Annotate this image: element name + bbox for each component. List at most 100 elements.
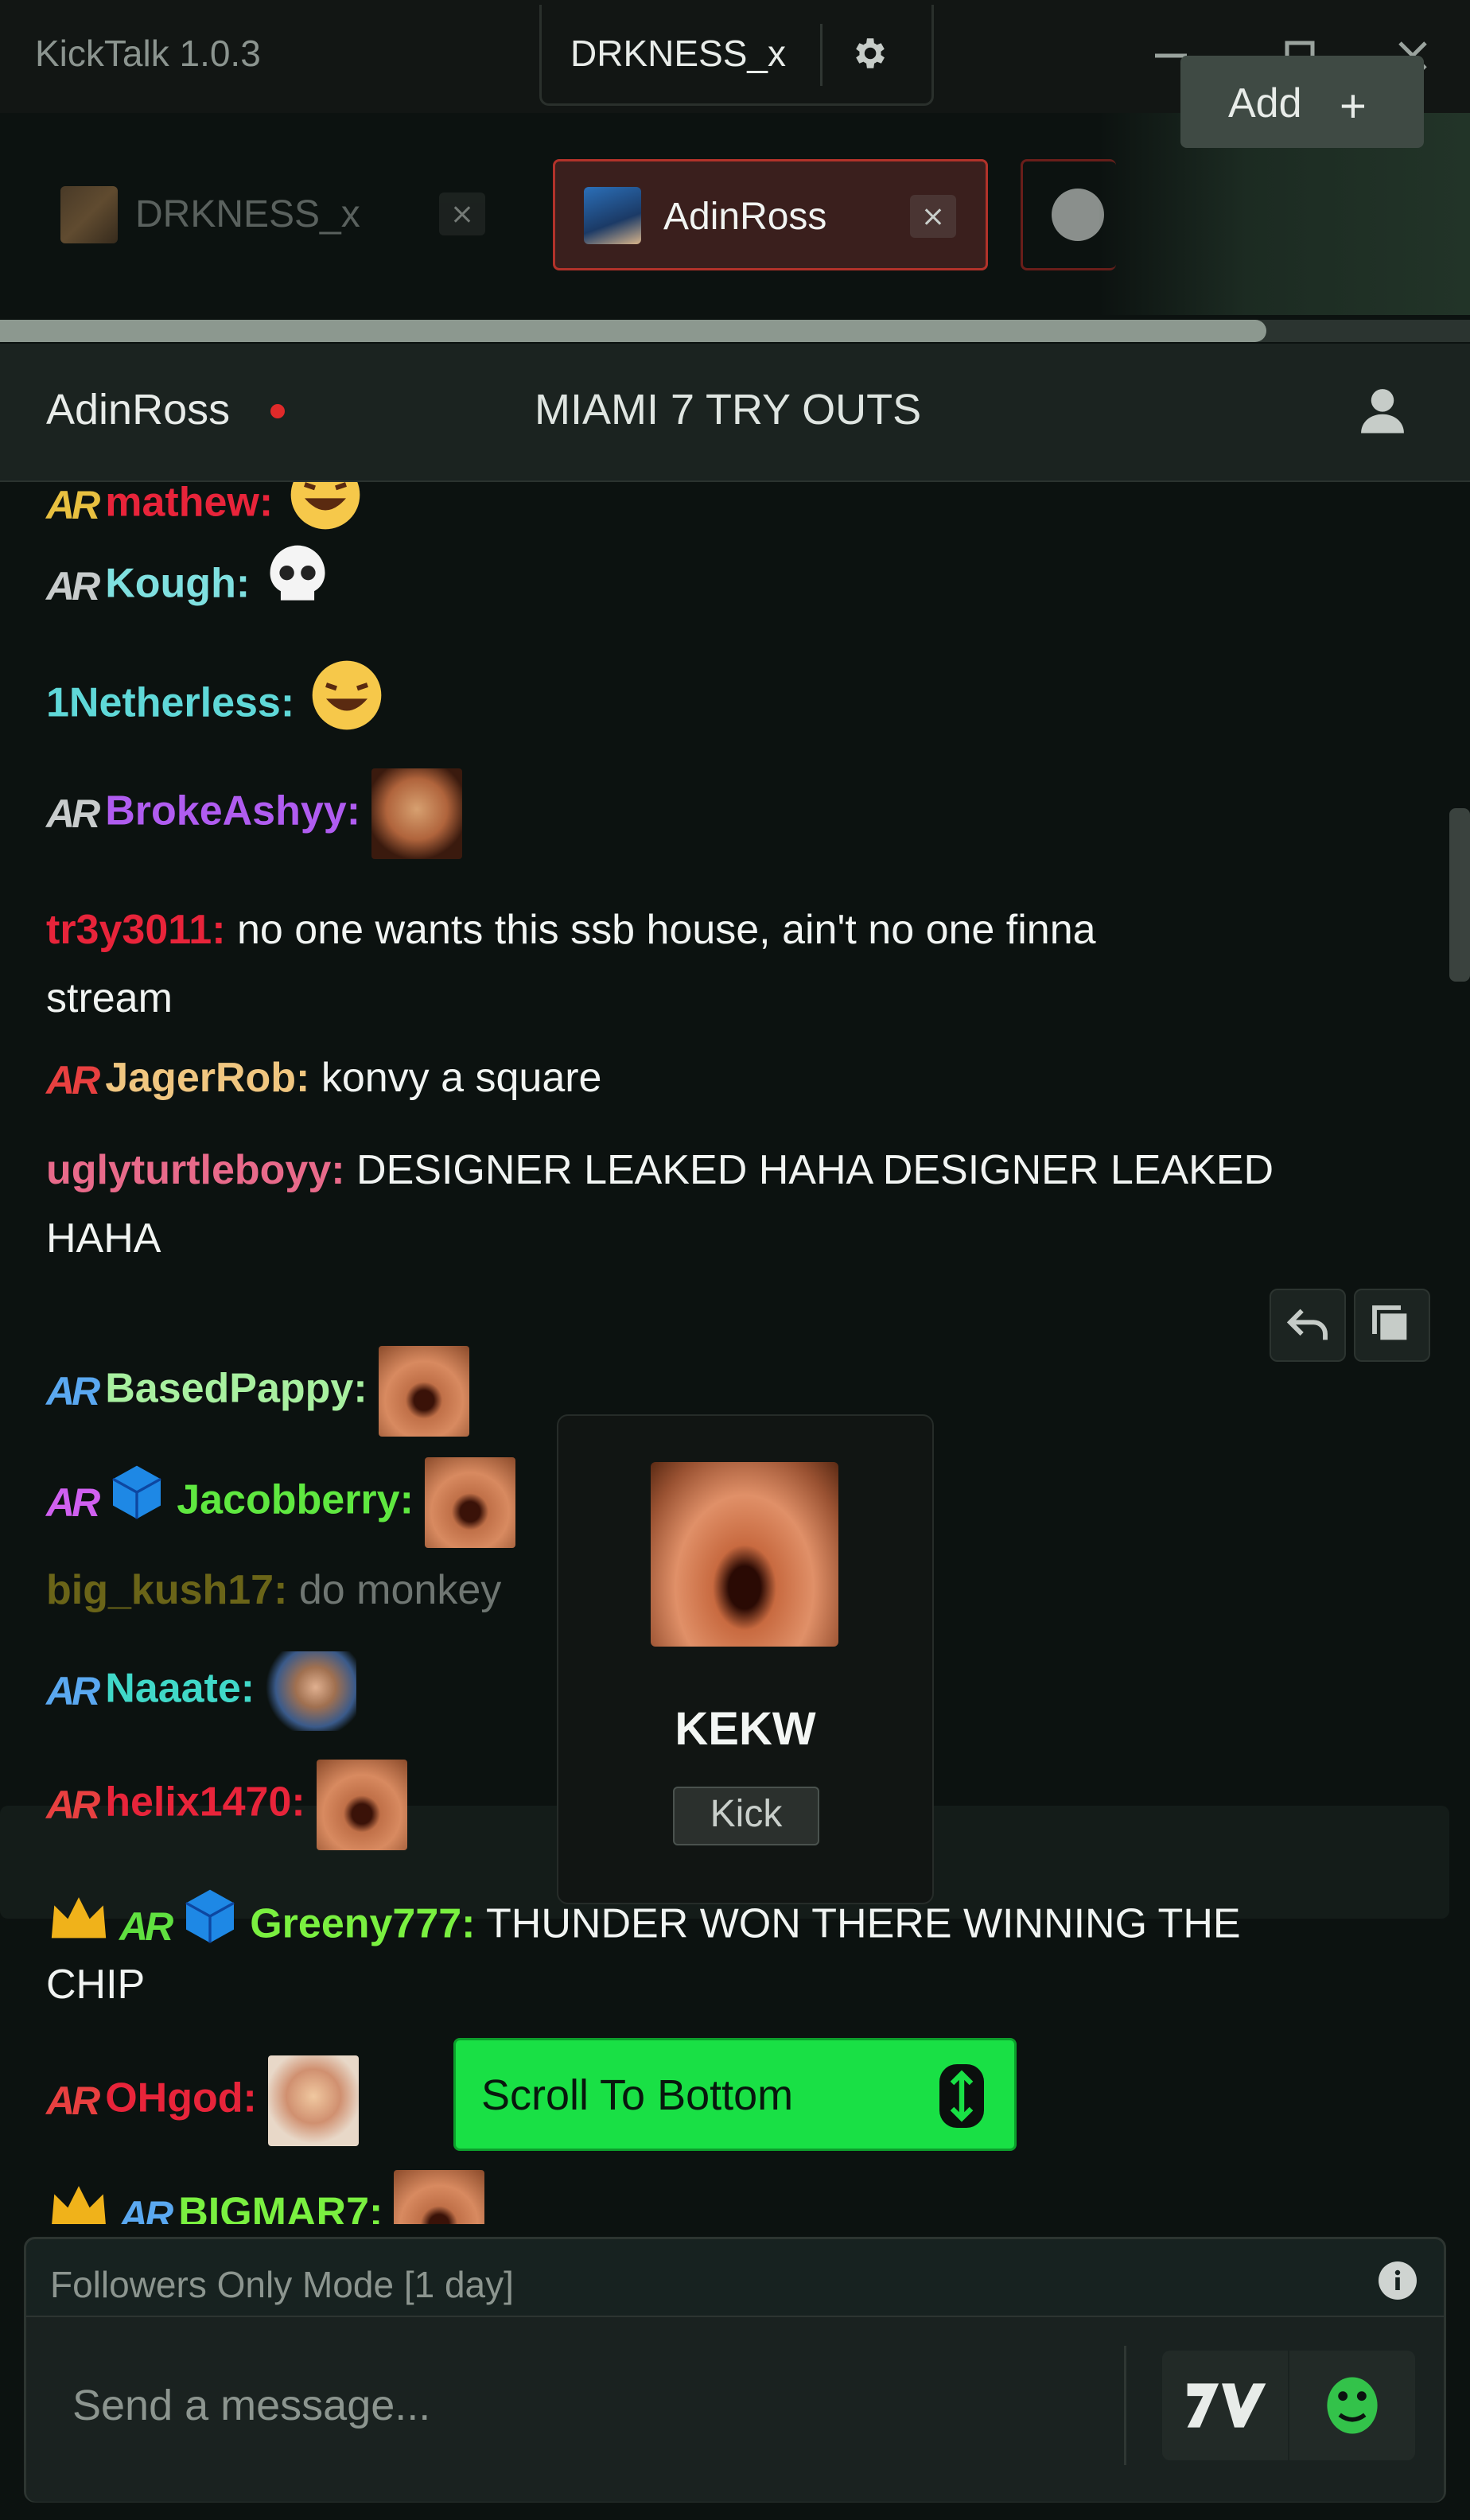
message-text: konvy a square <box>321 1055 602 1101</box>
emote-name: KEKW <box>675 1703 816 1755</box>
tab-drkness[interactable]: DRKNESS_x <box>32 159 509 270</box>
chat-message[interactable]: AR OHgod: <box>46 2055 359 2146</box>
username[interactable]: helix1470: <box>105 1779 305 1826</box>
chat-message[interactable]: tr3y3011: no one wants this ssb house, a… <box>46 896 1096 964</box>
face-emote <box>371 768 463 859</box>
gorilla-icon <box>1052 189 1104 241</box>
gear-icon[interactable] <box>849 33 889 73</box>
ar-badge: AR <box>46 791 100 836</box>
username[interactable]: Greeny777: <box>250 1901 475 1947</box>
man-emote <box>266 1651 357 1731</box>
chat-message[interactable]: big_kush17: do monkey <box>46 1556 501 1624</box>
chat-message[interactable]: AR Jacobberry: <box>46 1457 515 1548</box>
chat-scrollbar[interactable] <box>1449 808 1470 982</box>
message-input[interactable] <box>71 2373 1108 2438</box>
avatar <box>60 186 118 243</box>
close-icon[interactable] <box>910 195 956 238</box>
user-icon[interactable] <box>1352 380 1413 441</box>
laughing-man-emote <box>267 2055 359 2146</box>
live-indicator <box>270 404 285 418</box>
message-text: CHIP <box>46 1962 146 2008</box>
message-text: no one wants this ssb house, ain't no on… <box>236 907 1096 953</box>
crown-icon <box>46 2177 111 2224</box>
ar-badge: AR <box>46 1369 100 1414</box>
username[interactable]: tr3y3011: <box>46 907 226 953</box>
scroll-arrows-icon <box>939 2064 984 2128</box>
skull-emoji <box>261 539 334 633</box>
user-account-box[interactable]: DRKNESS_x <box>539 5 934 106</box>
chat-messages[interactable]: AR mathew: AR Kough: 1Netherless: AR BrokeA… <box>0 482 1470 2224</box>
7tv-icon <box>1187 2383 1266 2428</box>
chat-message[interactable]: AR Naaate: <box>46 1651 357 1731</box>
emote-face-icon <box>1327 2377 1378 2434</box>
channel-name[interactable]: AdinRoss <box>46 385 230 434</box>
divider <box>820 24 822 86</box>
scroll-to-bottom-button[interactable]: Scroll To Bottom <box>453 2038 1017 2151</box>
ar-badge: AR <box>46 564 100 609</box>
copy-button[interactable] <box>1354 1289 1430 1362</box>
ar-badge: AR <box>46 1669 100 1713</box>
avatar <box>584 187 641 244</box>
chat-message[interactable]: 1Netherless: <box>46 654 388 757</box>
chat-input-area: Followers Only Mode [1 day] <box>24 2237 1446 2502</box>
emote-source-badge: Kick <box>673 1787 819 1845</box>
tab-label: AdinRoss <box>663 196 827 238</box>
7tv-emote-button[interactable] <box>1162 2351 1288 2460</box>
message-text-wrap: CHIP <box>46 1950 145 2019</box>
followers-only-notice: Followers Only Mode [1 day] <box>50 2264 514 2305</box>
username[interactable]: BrokeAshyy: <box>105 788 360 834</box>
username[interactable]: Jacobberry: <box>177 1477 414 1523</box>
chat-message[interactable]: AR Kough: <box>46 539 334 633</box>
message-input-box <box>26 2316 1444 2502</box>
username[interactable]: BIGMAR7: <box>178 2190 383 2224</box>
chat-message[interactable]: AR BIGMAR7: <box>46 2170 485 2224</box>
kekw-emote[interactable] <box>316 1760 407 1850</box>
scroll-to-bottom-label: Scroll To Bottom <box>481 2071 794 2119</box>
close-icon[interactable] <box>439 192 485 235</box>
chat-message[interactable]: AR helix1470: <box>46 1760 407 1850</box>
ar-badge: AR <box>119 2193 173 2224</box>
tab-label: DRKNESS_x <box>135 193 360 235</box>
message-text: THUNDER WON THERE WINNING THE <box>486 1900 1241 1947</box>
kekw-emote-preview <box>651 1462 838 1647</box>
username[interactable]: Naaate: <box>105 1666 255 1712</box>
stream-title: MIAMI 7 TRY OUTS <box>535 386 922 434</box>
username[interactable]: uglyturtleboyy: <box>46 1147 345 1193</box>
reply-button[interactable] <box>1270 1289 1346 1362</box>
username[interactable]: OHgod: <box>105 2075 257 2121</box>
add-button-label: Add <box>1228 80 1302 126</box>
message-text-wrap: stream <box>46 964 173 1032</box>
emote-tooltip: KEKW Kick <box>557 1414 934 1904</box>
tab-scrollbar-thumb[interactable] <box>0 320 1266 342</box>
app-title: KickTalk 1.0.3 <box>35 33 261 74</box>
username[interactable]: 1Netherless: <box>46 680 294 726</box>
reply-icon <box>1286 1309 1328 1340</box>
username[interactable]: JagerRob: <box>105 1055 309 1101</box>
ar-badge: AR <box>46 1480 100 1525</box>
message-text: HAHA <box>46 1215 161 1262</box>
kick-emote-button[interactable] <box>1289 2351 1415 2460</box>
cube-icon <box>105 1458 169 1547</box>
chat-message[interactable]: AR BasedPappy: <box>46 1346 469 1437</box>
channel-header: AdinRoss MIAMI 7 TRY OUTS <box>0 344 1470 482</box>
plus-icon: + <box>1340 80 1367 132</box>
username[interactable]: BasedPappy: <box>105 1366 367 1412</box>
chat-message[interactable]: AR BrokeAshyy: <box>46 768 463 859</box>
add-channel-button[interactable]: Add + <box>1180 56 1424 148</box>
ar-badge: AR <box>46 1058 100 1103</box>
username[interactable]: Kough: <box>105 561 250 607</box>
message-text-wrap: HAHA <box>46 1204 161 1273</box>
chat-message[interactable]: uglyturtleboyy: DESIGNER LEAKED HAHA DES… <box>46 1136 1274 1204</box>
info-icon[interactable] <box>1379 2261 1417 2300</box>
chat-message[interactable]: AR JagerRob: konvy a square <box>46 1044 601 1114</box>
account-username[interactable]: DRKNESS_x <box>570 32 786 75</box>
kekw-emote[interactable] <box>378 1346 469 1437</box>
ar-badge: AR <box>46 1783 100 1827</box>
laughing-emoji <box>305 654 388 757</box>
username[interactable]: big_kush17: <box>46 1567 287 1613</box>
username[interactable]: mathew: <box>105 482 273 526</box>
kekw-emote[interactable] <box>394 2170 485 2224</box>
kekw-emote[interactable] <box>424 1457 515 1548</box>
cube-icon <box>178 1882 242 1971</box>
tab-adinross[interactable]: AdinRoss <box>553 159 988 270</box>
